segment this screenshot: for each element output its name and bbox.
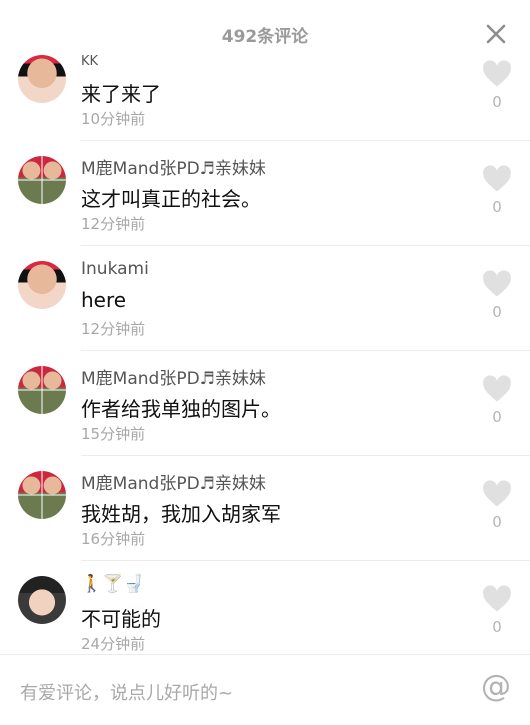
comment-item: Inukami here 12分钟前 0	[0, 257, 530, 362]
heart-icon[interactable]	[482, 165, 512, 193]
comments-header: 492条评论	[0, 0, 530, 47]
like-count: 0	[492, 618, 502, 636]
heart-icon[interactable]	[482, 375, 512, 403]
comment-text: 来了来了	[81, 82, 161, 106]
comment-username[interactable]: KK	[81, 54, 98, 69]
comment-time: 16分钟前	[81, 530, 146, 548]
comment-text: 作者给我单独的图片。	[81, 397, 281, 421]
at-icon[interactable]: @	[480, 671, 512, 703]
like-count: 0	[492, 408, 502, 426]
comment-item: M鹿Mand张PD♬亲妹妹 我姓胡，我加入胡家军 16分钟前 0	[0, 467, 530, 572]
avatar[interactable]	[18, 156, 66, 204]
heart-icon[interactable]	[482, 585, 512, 613]
heart-icon[interactable]	[482, 270, 512, 298]
comment-text: here	[81, 288, 127, 312]
like-count: 0	[492, 198, 502, 216]
divider	[81, 560, 530, 561]
divider	[81, 455, 530, 456]
heart-icon[interactable]	[482, 60, 512, 88]
divider	[81, 140, 530, 141]
divider	[81, 350, 530, 351]
like-count: 0	[492, 513, 502, 531]
close-icon[interactable]	[484, 22, 508, 46]
avatar[interactable]	[18, 55, 66, 103]
heart-icon[interactable]	[482, 480, 512, 508]
like-count: 0	[492, 93, 502, 111]
divider	[81, 245, 530, 246]
comment-time: 15分钟前	[81, 425, 146, 443]
comment-time: 12分钟前	[81, 320, 146, 338]
comment-time: 24分钟前	[81, 635, 146, 653]
comment-username[interactable]: M鹿Mand张PD♬亲妹妹	[81, 469, 266, 494]
comment-input-bar: 有爱评论，说点儿好听的~ @	[0, 654, 530, 725]
comment-text: 这才叫真正的社会。	[81, 187, 261, 211]
like-count: 0	[492, 303, 502, 321]
comment-text: 我姓胡，我加入胡家军	[81, 502, 281, 526]
comment-item: KK 来了来了 10分钟前 0	[0, 52, 530, 157]
comment-input[interactable]: 有爱评论，说点儿好听的~	[20, 679, 233, 705]
comment-username[interactable]: M鹿Mand张PD♬亲妹妹	[81, 154, 266, 179]
comment-item: M鹿Mand张PD♬亲妹妹 这才叫真正的社会。 12分钟前 0	[0, 152, 530, 257]
comment-count-title: 492条评论	[221, 27, 309, 47]
comment-username[interactable]: M鹿Mand张PD♬亲妹妹	[81, 364, 266, 389]
avatar[interactable]	[18, 471, 66, 519]
avatar[interactable]	[18, 366, 66, 414]
comment-username[interactable]: 🚶🍸🚽	[81, 574, 145, 594]
comment-text: 不可能的	[81, 607, 161, 631]
avatar[interactable]	[18, 576, 66, 624]
avatar[interactable]	[18, 261, 66, 309]
comment-time: 12分钟前	[81, 215, 146, 233]
comment-time: 10分钟前	[81, 110, 146, 128]
comment-username[interactable]: Inukami	[81, 259, 149, 279]
comment-item: M鹿Mand张PD♬亲妹妹 作者给我单独的图片。 15分钟前 0	[0, 362, 530, 467]
comment-list: KK 来了来了 10分钟前 0 M鹿Mand张PD♬亲妹妹 这才叫真正的社会。 …	[0, 0, 530, 653]
